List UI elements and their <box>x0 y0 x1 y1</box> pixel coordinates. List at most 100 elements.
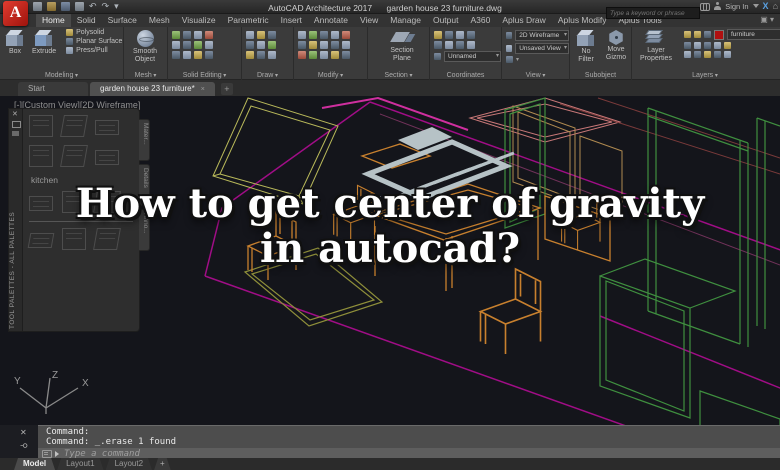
array-icon[interactable] <box>320 41 328 49</box>
tab-a360[interactable]: A360 <box>464 13 496 27</box>
redo-icon[interactable]: ↷ <box>102 2 110 11</box>
file-tab-start[interactable]: Start <box>18 82 88 96</box>
ellipse-icon[interactable] <box>268 41 276 49</box>
layer-current-icon[interactable] <box>724 42 731 49</box>
spline-icon[interactable] <box>257 51 265 59</box>
exchange-apps-icon[interactable]: X <box>763 1 769 11</box>
separate-icon[interactable] <box>183 51 191 59</box>
layer-freeze-icon[interactable] <box>694 31 701 38</box>
palette-tool-cabinet[interactable] <box>29 115 53 137</box>
tab-insert[interactable]: Insert <box>275 13 308 27</box>
layer-delete-icon[interactable] <box>724 51 731 58</box>
layer-isolate-icon[interactable] <box>694 42 701 49</box>
copy-icon[interactable] <box>331 31 339 39</box>
imprint-icon[interactable] <box>205 41 213 49</box>
layer-lock-icon[interactable] <box>704 31 711 38</box>
palette-tool-tall-cabinet[interactable] <box>60 115 88 137</box>
tab-parametric[interactable]: Parametric <box>222 13 275 27</box>
ucs-origin-icon[interactable] <box>445 31 453 39</box>
tab-mesh[interactable]: Mesh <box>143 13 176 27</box>
ucs-named-dropdown[interactable]: Unnamed <box>444 51 501 62</box>
tab-close-icon[interactable]: × <box>201 86 205 93</box>
section-plane-tool[interactable]: Section Plane <box>382 30 422 63</box>
palette-tool-drawer-unit[interactable] <box>60 145 88 167</box>
trim-icon[interactable] <box>320 31 328 39</box>
ucs-face-icon[interactable] <box>445 41 453 49</box>
erase-icon[interactable] <box>298 51 306 59</box>
layer-off-icon[interactable] <box>684 42 691 49</box>
viewport-config-icon[interactable] <box>506 56 513 63</box>
offset-icon[interactable] <box>331 41 339 49</box>
taper-face-icon[interactable] <box>183 41 191 49</box>
layer-thaw-icon[interactable] <box>694 51 701 58</box>
layout2-tab[interactable]: Layout2 <box>106 458 152 470</box>
ucs-z-icon[interactable] <box>456 31 464 39</box>
saved-view-dropdown[interactable]: Unsaved View <box>515 43 569 54</box>
tab-solid[interactable]: Solid <box>71 13 102 27</box>
intersect-icon[interactable] <box>194 31 202 39</box>
slice-icon[interactable] <box>205 31 213 39</box>
autocad-logo[interactable] <box>3 1 28 26</box>
box-tool[interactable]: Box <box>5 30 24 56</box>
plot-icon[interactable] <box>75 2 84 11</box>
drawing-viewport[interactable]: [-][Custom View][2D Wireframe] ✕ TOOL PA… <box>0 96 780 425</box>
layer-merge-icon[interactable] <box>714 51 721 58</box>
qat-dropdown-icon[interactable]: ▾ <box>114 2 119 11</box>
file-tab-document[interactable]: garden house 23 furniture* × <box>90 82 215 96</box>
tab-home[interactable]: Home <box>36 13 71 27</box>
ribbon-options-icon[interactable]: ▣ ▾ <box>760 13 774 27</box>
open-file-icon[interactable] <box>47 2 56 11</box>
sign-in-button[interactable]: Sign In <box>725 2 748 11</box>
new-file-icon[interactable] <box>33 2 42 11</box>
polyline-icon[interactable] <box>257 31 265 39</box>
new-layout-button[interactable]: + <box>154 458 171 470</box>
layer-properties-tool[interactable]: Layer Properties <box>636 30 676 63</box>
palette-properties-icon[interactable] <box>12 131 19 136</box>
explode-icon[interactable] <box>342 41 350 49</box>
extrude-tool[interactable]: Extrude <box>32 30 56 56</box>
join-icon[interactable] <box>342 51 350 59</box>
palette-tool-bed[interactable] <box>27 233 55 248</box>
layer-color-swatch[interactable] <box>714 29 724 40</box>
visual-style-dropdown[interactable]: 2D Wireframe <box>515 30 569 41</box>
layer-prev-icon[interactable] <box>714 42 721 49</box>
command-customize-icon[interactable]: ⚲ <box>19 443 28 450</box>
palette-tool-shelf[interactable] <box>95 150 119 165</box>
ucs-view-icon[interactable] <box>467 31 475 39</box>
palette-autohide-icon[interactable] <box>12 121 21 128</box>
chamfer-icon[interactable] <box>331 51 339 59</box>
hatch-icon[interactable] <box>246 51 254 59</box>
layer-walk-icon[interactable] <box>684 51 691 58</box>
ucs-3point-icon[interactable] <box>467 41 475 49</box>
communication-center-icon[interactable]: ⌂ <box>773 1 778 11</box>
no-filter-tool[interactable]: No Filter <box>573 30 599 64</box>
ucs-prev-icon[interactable] <box>434 41 442 49</box>
extract-edge-icon[interactable] <box>194 41 202 49</box>
rectangle-icon[interactable] <box>257 41 265 49</box>
layer-on-icon[interactable] <box>684 31 691 38</box>
smooth-object-tool[interactable]: Smooth Object <box>128 30 162 64</box>
presspull-tool[interactable]: Press/Pull <box>66 47 122 54</box>
model-tab[interactable]: Model <box>14 458 55 470</box>
move-gizmo-tool[interactable]: Move Gizmo <box>603 30 629 64</box>
stretch-icon[interactable] <box>298 41 306 49</box>
undo-icon[interactable]: ↶ <box>89 2 97 11</box>
arc-icon[interactable] <box>246 41 254 49</box>
subtract-icon[interactable] <box>183 31 191 39</box>
tab-view[interactable]: View <box>354 13 384 27</box>
palette-tool-counter[interactable] <box>95 120 119 135</box>
palette-tab-materials[interactable]: Mater... <box>139 119 150 161</box>
search-binoculars-icon[interactable] <box>700 2 711 11</box>
shell-icon[interactable] <box>172 51 180 59</box>
scale-icon[interactable] <box>309 41 317 49</box>
ucs-icon-small[interactable] <box>434 53 441 60</box>
tab-surface[interactable]: Surface <box>102 13 143 27</box>
palette-tool-base-cabinet[interactable] <box>29 145 53 167</box>
command-close-icon[interactable]: ✕ <box>20 429 27 437</box>
tab-output[interactable]: Output <box>427 13 465 27</box>
clean-icon[interactable] <box>205 51 213 59</box>
signin-dropdown-icon[interactable] <box>752 4 759 8</box>
planar-surface-tool[interactable]: Planar Surface <box>66 38 122 45</box>
measure-icon[interactable] <box>309 51 317 59</box>
ucs-world-icon[interactable] <box>434 31 442 39</box>
